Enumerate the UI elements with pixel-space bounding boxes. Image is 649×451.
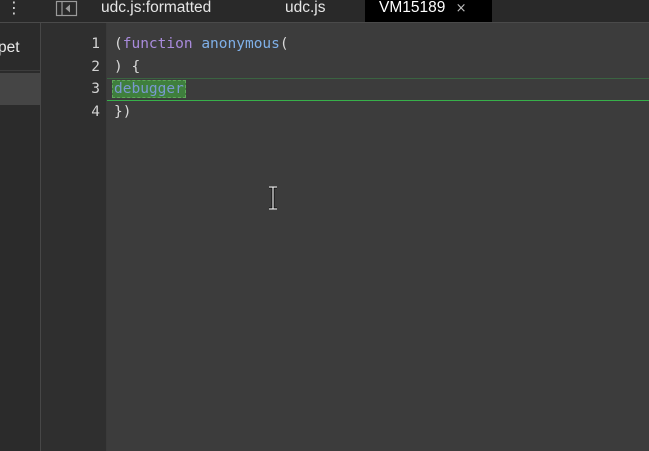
more-options-icon[interactable]: ⋮ xyxy=(5,0,23,21)
line-number-gutter[interactable]: 1 2 3 4 xyxy=(41,23,107,451)
navigator-pane: pet xyxy=(0,23,41,451)
keyword-token: function xyxy=(122,36,193,52)
execution-line-top xyxy=(107,78,649,79)
line-number[interactable]: 4 xyxy=(60,104,100,120)
text-cursor-icon xyxy=(267,185,279,211)
tab-label: VM15189 xyxy=(379,0,446,16)
code-editor[interactable]: (function anonymous( ) { debugger }) xyxy=(107,23,649,451)
editor-tab-bar: ⋮ udc.js:formatted udc.js VM15189 × xyxy=(0,0,649,23)
tab-udc-js[interactable]: udc.js xyxy=(285,0,355,22)
code-token: ( xyxy=(279,36,289,52)
tab-label: udc.js:formatted xyxy=(101,0,212,16)
tab-label: udc.js xyxy=(285,0,326,16)
execution-line-indicator xyxy=(107,100,649,101)
toggle-navigator-icon[interactable] xyxy=(55,0,79,18)
code-line-4[interactable]: }) xyxy=(114,104,131,126)
debugger-statement-highlight: debugger xyxy=(112,80,186,98)
code-token: ( xyxy=(114,36,123,52)
code-line-1[interactable]: (function anonymous( xyxy=(114,36,289,58)
navigator-selected-item[interactable] xyxy=(0,73,40,105)
tab-vm15189[interactable]: VM15189 × xyxy=(365,0,492,22)
function-name-token: anonymous xyxy=(201,36,280,52)
close-icon[interactable]: × xyxy=(456,1,467,16)
navigator-tab-label[interactable]: pet xyxy=(0,39,20,57)
code-line-3[interactable]: debugger xyxy=(112,80,186,103)
line-number[interactable]: 1 xyxy=(60,36,100,52)
line-number[interactable]: 3 xyxy=(60,81,100,97)
line-number[interactable]: 2 xyxy=(60,59,100,75)
code-line-2[interactable]: ) { xyxy=(114,59,140,81)
divider xyxy=(0,70,40,71)
tab-udc-js-formatted[interactable]: udc.js:formatted xyxy=(101,0,251,22)
